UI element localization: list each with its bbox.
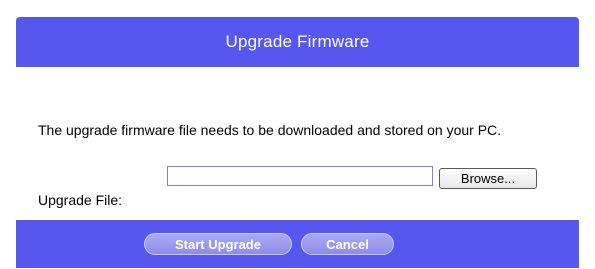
upgrade-file-input[interactable]: [167, 166, 433, 186]
upgrade-file-label: Upgrade File:: [38, 192, 123, 208]
browse-button[interactable]: Browse...: [439, 168, 537, 189]
upgrade-firmware-panel: Upgrade Firmware The upgrade firmware fi…: [16, 17, 579, 268]
panel-header: Upgrade Firmware: [16, 17, 579, 67]
start-upgrade-button[interactable]: Start Upgrade: [144, 233, 292, 255]
panel-footer: Start Upgrade Cancel: [16, 220, 579, 268]
page-title: Upgrade Firmware: [225, 32, 370, 51]
upgrade-description: The upgrade firmware file needs to be do…: [38, 122, 502, 138]
cancel-button[interactable]: Cancel: [301, 233, 394, 255]
